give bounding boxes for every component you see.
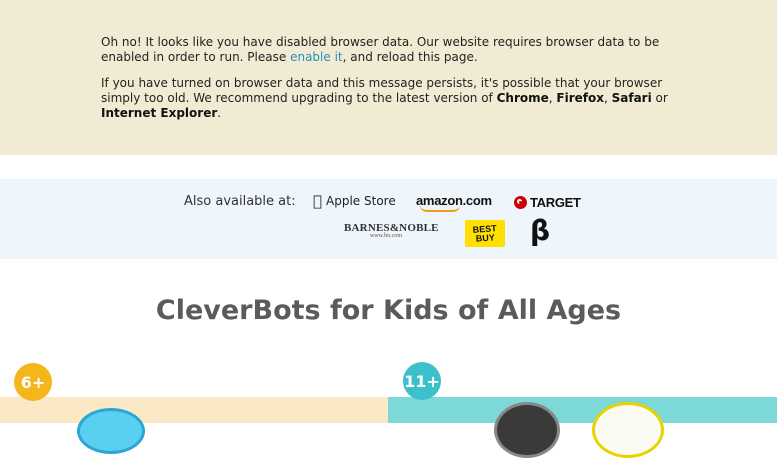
age-card-11-plus[interactable]	[388, 397, 777, 423]
notice-paragraph-2: If you have turned on browser data and t…	[101, 76, 668, 120]
store-target-label: TARGET	[530, 195, 581, 210]
availability-strip	[0, 179, 777, 259]
notice-paragraph-1: Oh no! It looks like you have disabled b…	[101, 35, 660, 64]
store-barnes-noble-url: www.bn.com	[370, 233, 402, 239]
store-bestbuy-label: BEST BUY	[472, 222, 497, 244]
target-bullseye-icon	[514, 196, 527, 209]
amazon-smile-icon	[420, 205, 460, 212]
store-target[interactable]: TARGET	[514, 195, 581, 210]
store-apple-label: Apple Store	[317, 194, 396, 208]
apple-icon: 	[313, 194, 322, 209]
store-amazon[interactable]: amazon.com	[416, 193, 492, 212]
robot-toy-image	[494, 402, 560, 458]
browser-safari: Safari	[611, 91, 652, 105]
enable-it-link[interactable]: enable it	[290, 50, 343, 64]
browser-internet-explorer: Internet Explorer	[101, 106, 218, 120]
age-badge-11: 11+	[403, 362, 441, 400]
store-bestbuy[interactable]: BEST BUY	[465, 220, 505, 247]
section-heading: CleverBots for Kids of All Ages	[155, 295, 622, 326]
availability-label: Also available at:	[184, 194, 296, 209]
beta-logo-icon: β	[530, 214, 551, 247]
robot-toy-image	[77, 408, 145, 454]
browser-chrome: Chrome	[496, 91, 549, 105]
age-badge-6: 6+	[14, 363, 52, 401]
store-apple[interactable]:  Apple Store	[313, 194, 396, 209]
store-beta[interactable]: β	[530, 214, 550, 247]
browser-data-notice: Oh no! It looks like you have disabled b…	[0, 0, 777, 155]
store-barnes-noble[interactable]: BARNES&NOBLE www.bn.com	[344, 222, 439, 239]
robot-toy-image	[592, 402, 664, 458]
browser-firefox: Firefox	[556, 91, 604, 105]
age-card-6-plus[interactable]	[0, 397, 388, 423]
